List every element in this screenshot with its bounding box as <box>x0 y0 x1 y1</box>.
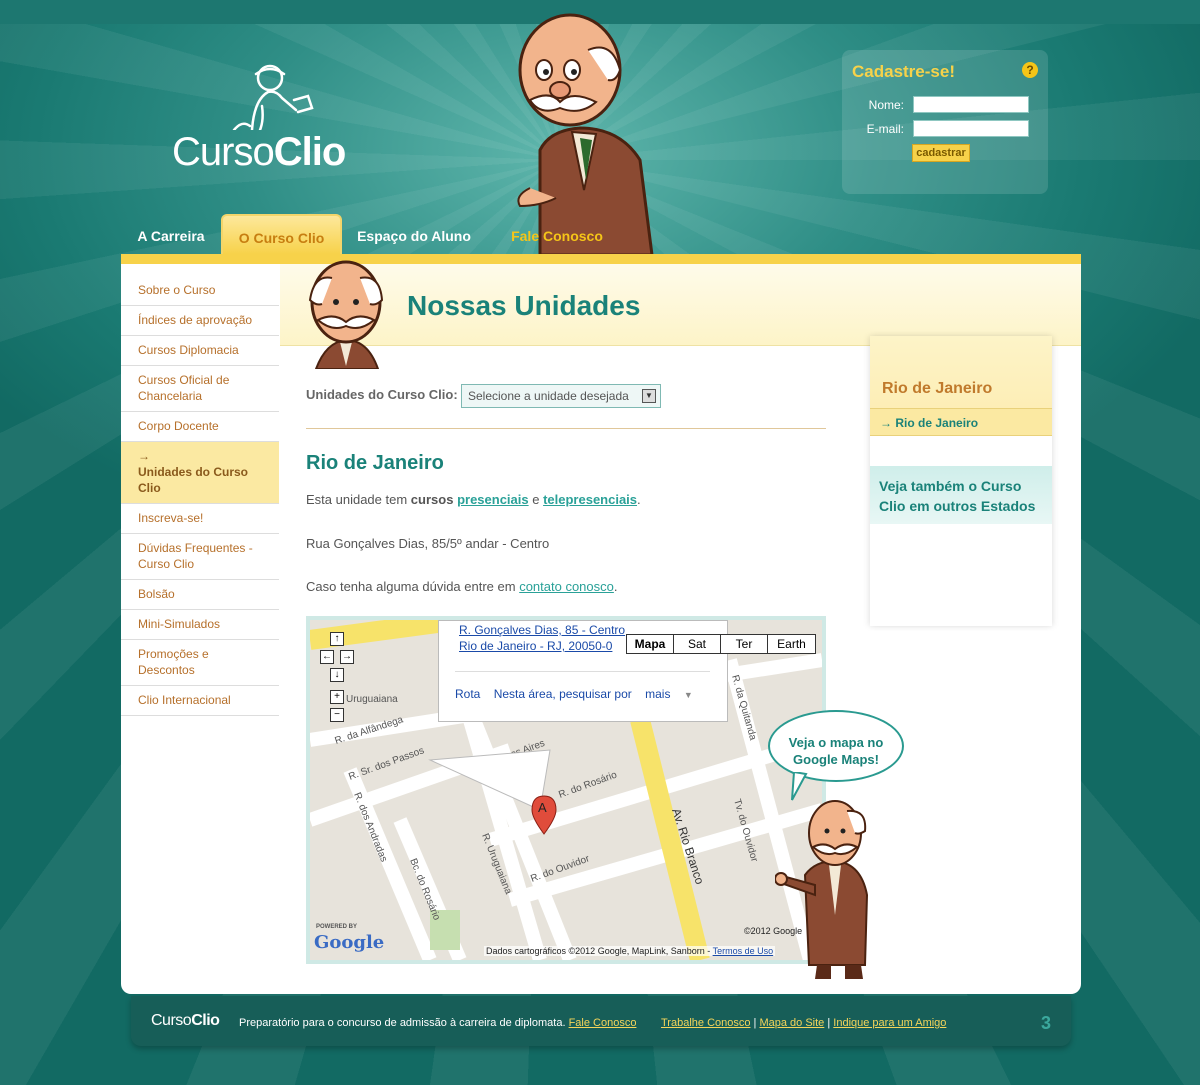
other-states-link[interactable]: Veja também o Curso Clio em outros Estad… <box>870 466 1052 524</box>
right-units-box: Rio de Janeiro → Rio de Janeiro Veja tam… <box>870 336 1052 626</box>
nav-tab-carreira[interactable]: A Carreira <box>121 214 221 254</box>
pan-left-icon[interactable]: ← <box>320 650 334 664</box>
arrow-right-icon: → <box>880 416 896 430</box>
nav-tab-fale-conosco[interactable]: Fale Conosco <box>497 214 617 254</box>
sidebar-item-label: Unidades do Curso Clio <box>138 465 249 495</box>
contact-text: Caso tenha alguma dúvida entre em contat… <box>306 579 618 594</box>
register-box: Cadastre-se! ? Nome: E-mail: cadastrar <box>842 50 1048 194</box>
footer: CursoClio Preparatório para o concurso d… <box>131 996 1071 1046</box>
name-input[interactable] <box>913 96 1029 113</box>
presenciais-link[interactable]: presenciais <box>457 492 529 507</box>
map-address-line1[interactable]: R. Gonçalves Dias, 85 - Centro <box>459 623 625 637</box>
divider <box>306 428 826 429</box>
footer-links: Trabalhe Conosco | Mapa do Site | Indiqu… <box>661 1017 947 1029</box>
footer-link-indique[interactable]: Indique para um Amigo <box>833 1017 946 1029</box>
unit-title: Rio de Janeiro <box>306 452 444 474</box>
footer-number: 3 <box>1041 1013 1052 1033</box>
sidebar-item-corpo-docente[interactable]: Corpo Docente <box>121 412 279 442</box>
powered-by-text: POWERED BY <box>316 924 358 930</box>
name-label: Nome: <box>868 98 904 112</box>
sidebar-item-promocoes[interactable]: Promoções e Descontos <box>121 640 279 686</box>
sidebar-item-unidades[interactable]: → Unidades do Curso Clio <box>121 442 279 504</box>
pan-right-icon[interactable]: → <box>340 650 354 664</box>
google-logo[interactable]: Google <box>314 932 384 953</box>
title-strip <box>280 264 1081 346</box>
arrow-right-icon: → <box>138 449 150 463</box>
map-info-divider <box>455 671 710 672</box>
unit-select-value: Selecione a unidade desejada <box>468 389 629 403</box>
svg-text:Uruguaiana: Uruguaiana <box>346 694 398 705</box>
mascot-pointing-illustration <box>775 800 869 979</box>
map-route-link[interactable]: Rota <box>455 687 480 701</box>
email-label: E-mail: <box>866 122 904 136</box>
map-info-links: Rota Nesta área, pesquisar por mais ▼ <box>455 687 713 701</box>
sidebar: Sobre o Curso Índices de aprovação Curso… <box>121 276 279 716</box>
muse-logo-icon <box>232 64 314 130</box>
map-copyright: Dados cartográficos ©2012 Google, MapLin… <box>484 946 776 956</box>
sidebar-item-indices[interactable]: Índices de aprovação <box>121 306 279 336</box>
sidebar-item-sobre[interactable]: Sobre o Curso <box>121 276 279 306</box>
footer-tagline: Preparatório para o concurso de admissão… <box>239 1017 637 1029</box>
map-more-link[interactable]: mais ▼ <box>645 687 703 701</box>
mascot-head-illustration <box>308 260 384 369</box>
unit-select-label: Unidades do Curso Clio: <box>306 387 458 402</box>
register-button[interactable]: cadastrar <box>912 144 970 162</box>
terms-link[interactable]: Termos de Uso <box>713 946 774 956</box>
zoom-in-icon[interactable]: + <box>330 690 344 704</box>
sidebar-item-diplomacia[interactable]: Cursos Diplomacia <box>121 336 279 366</box>
unit-courses-text: Esta unidade tem cursos presenciais e te… <box>306 492 641 507</box>
map-search-area-link[interactable]: Nesta área, pesquisar por <box>494 687 632 701</box>
sidebar-item-internacional[interactable]: Clio Internacional <box>121 686 279 716</box>
panel-top-bar <box>121 254 1081 264</box>
google-map[interactable]: R. da Alfândega R. Sr. dos Passos R. dos… <box>306 616 826 964</box>
logo-text: CursoClio <box>172 130 346 174</box>
right-box-title: Rio de Janeiro <box>882 380 993 397</box>
nav-tab-espaco-aluno[interactable]: Espaço do Aluno <box>349 214 479 254</box>
sidebar-item-mini-simulados[interactable]: Mini-Simulados <box>121 610 279 640</box>
footer-link-trabalhe[interactable]: Trabalhe Conosco <box>661 1017 750 1029</box>
footer-logo[interactable]: CursoClio <box>151 1012 220 1030</box>
svg-text:A: A <box>538 800 547 815</box>
register-title: Cadastre-se! <box>852 62 955 81</box>
map-type-selector: Mapa Sat Ter Earth <box>626 634 816 654</box>
sidebar-item-inscreva[interactable]: Inscreva-se! <box>121 504 279 534</box>
google-maps-speech-bubble[interactable]: Veja o mapa no Google Maps! <box>768 710 904 782</box>
zoom-out-icon[interactable]: − <box>330 708 344 722</box>
caret-down-icon: ▼ <box>683 690 693 700</box>
map-type-earth[interactable]: Earth <box>768 635 815 653</box>
footer-contact-link[interactable]: Fale Conosco <box>569 1017 637 1029</box>
email-input[interactable] <box>913 120 1029 137</box>
contact-link[interactable]: contato conosco <box>519 579 614 594</box>
right-box-selected-unit[interactable]: → Rio de Janeiro <box>870 408 1052 436</box>
pan-up-icon[interactable]: ↑ <box>330 632 344 646</box>
map-type-sat[interactable]: Sat <box>674 635 721 653</box>
dropdown-arrow-icon: ▼ <box>642 389 656 403</box>
site-logo[interactable]: CursoClio <box>172 60 372 175</box>
unit-select[interactable]: Selecione a unidade desejada ▼ <box>461 384 661 408</box>
page-title: Nossas Unidades <box>407 290 641 321</box>
nav-tab-curso-clio[interactable]: O Curso Clio <box>221 214 342 254</box>
help-icon[interactable]: ? <box>1022 62 1038 78</box>
unit-address: Rua Gonçalves Dias, 85/5º andar - Centro <box>306 536 550 551</box>
sidebar-item-bolsao[interactable]: Bolsão <box>121 580 279 610</box>
telepresenciais-link[interactable]: telepresenciais <box>543 492 637 507</box>
sidebar-item-duvidas[interactable]: Dúvidas Frequentes - Curso Clio <box>121 534 279 580</box>
pan-down-icon[interactable]: ↓ <box>330 668 344 682</box>
footer-link-mapa[interactable]: Mapa do Site <box>759 1017 824 1029</box>
map-address-line2[interactable]: Rio de Janeiro - RJ, 20050-0 <box>459 639 612 653</box>
map-type-mapa[interactable]: Mapa <box>627 635 674 653</box>
main-nav: A Carreira O Curso Clio Espaço do Aluno … <box>121 214 1081 254</box>
map-type-ter[interactable]: Ter <box>721 635 768 653</box>
sidebar-item-chancelaria[interactable]: Cursos Oficial de Chancelaria <box>121 366 279 412</box>
